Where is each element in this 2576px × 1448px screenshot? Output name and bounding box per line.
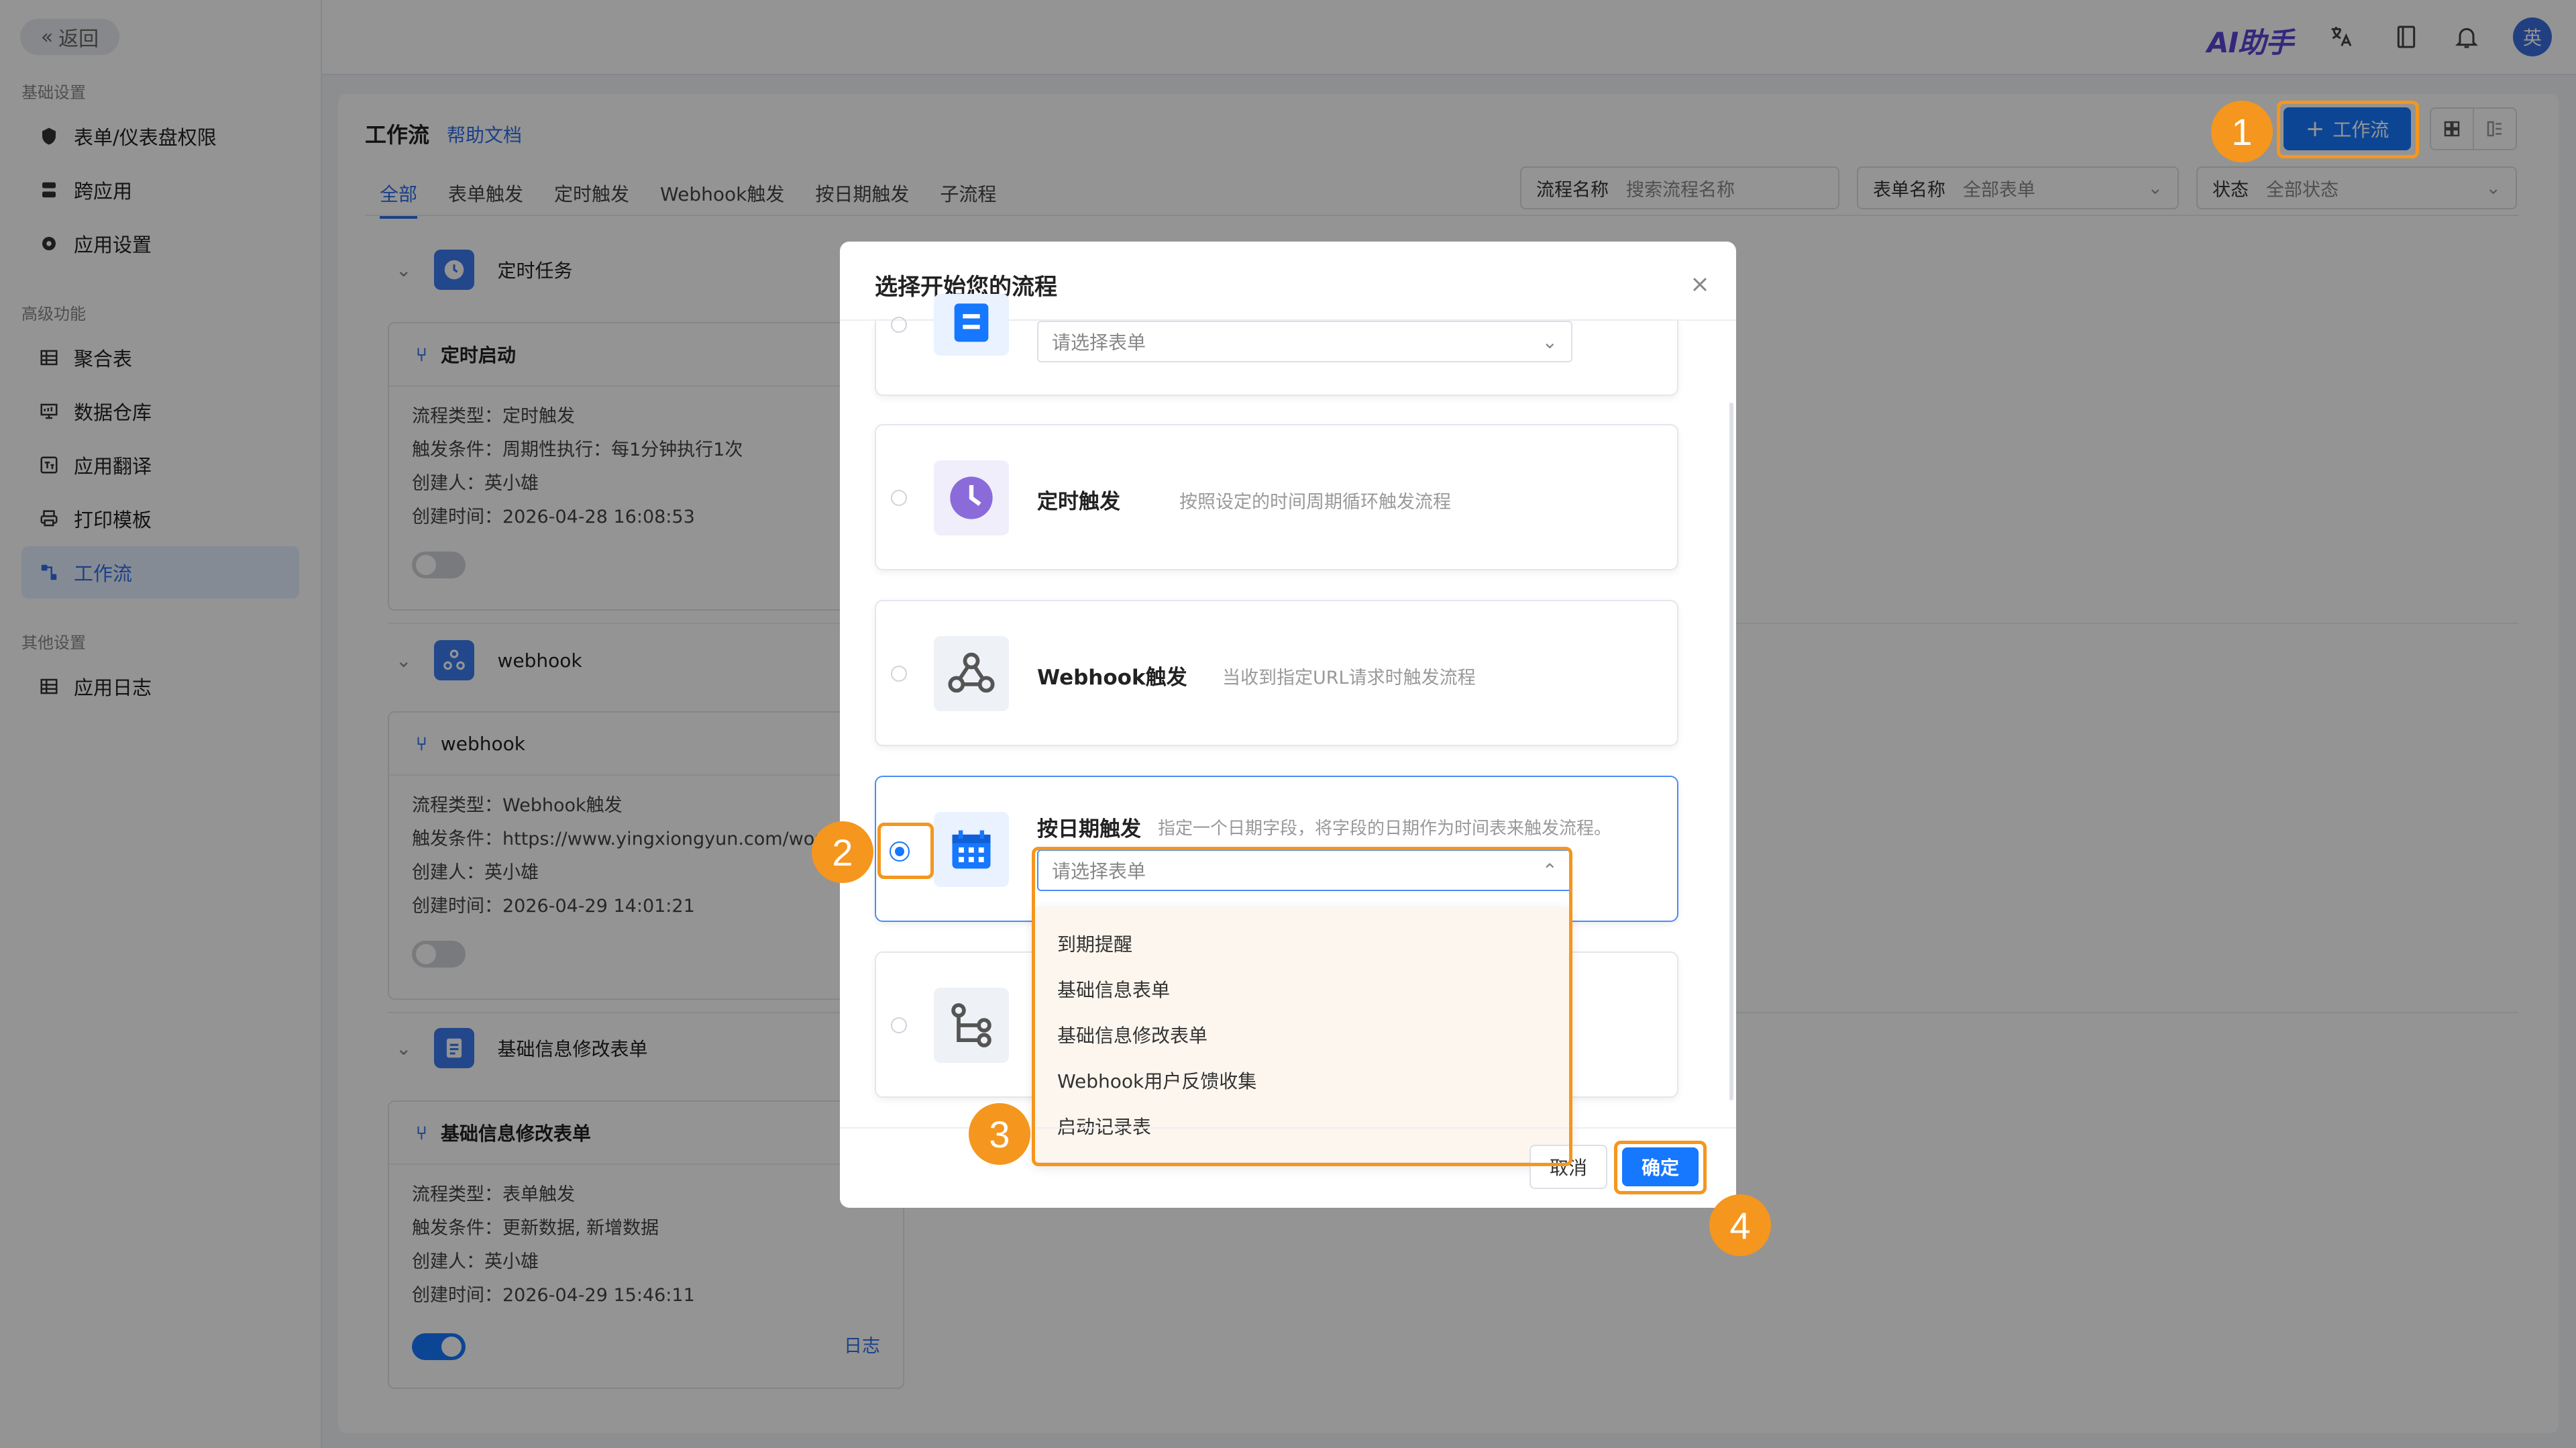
step-marker-3: 3 [969,1103,1030,1165]
option-webhook-trigger[interactable]: Webhook触发 当收到指定URL请求时触发流程 [875,600,1678,746]
radio-button[interactable] [891,490,907,506]
close-icon[interactable] [1688,272,1712,297]
highlight-box-confirm [1614,1141,1707,1194]
step-marker-2: 2 [812,821,873,883]
option-form-trigger[interactable]: 请选择表单 ⌄ [875,294,1678,396]
form-icon [934,294,1009,356]
clock-icon [934,460,1009,535]
highlight-box-add-workflow [2277,101,2419,158]
radio-button[interactable] [891,666,907,682]
highlight-box-radio [877,823,934,879]
highlight-box-dropdown [1032,847,1572,1166]
webhook-icon [934,636,1009,711]
step-marker-1: 1 [2211,101,2273,162]
option-timer-trigger[interactable]: 定时触发 按照设定的时间周期循环触发流程 [875,424,1678,570]
modal-scrollbar[interactable] [1729,403,1733,1100]
radio-button[interactable] [891,1017,907,1033]
subflow-icon [934,988,1009,1063]
calendar-icon [934,812,1009,887]
chevron-down-icon: ⌄ [1542,330,1558,353]
step-marker-4: 4 [1709,1194,1771,1256]
form-select[interactable]: 请选择表单 ⌄ [1037,321,1572,362]
radio-button[interactable] [891,317,907,333]
